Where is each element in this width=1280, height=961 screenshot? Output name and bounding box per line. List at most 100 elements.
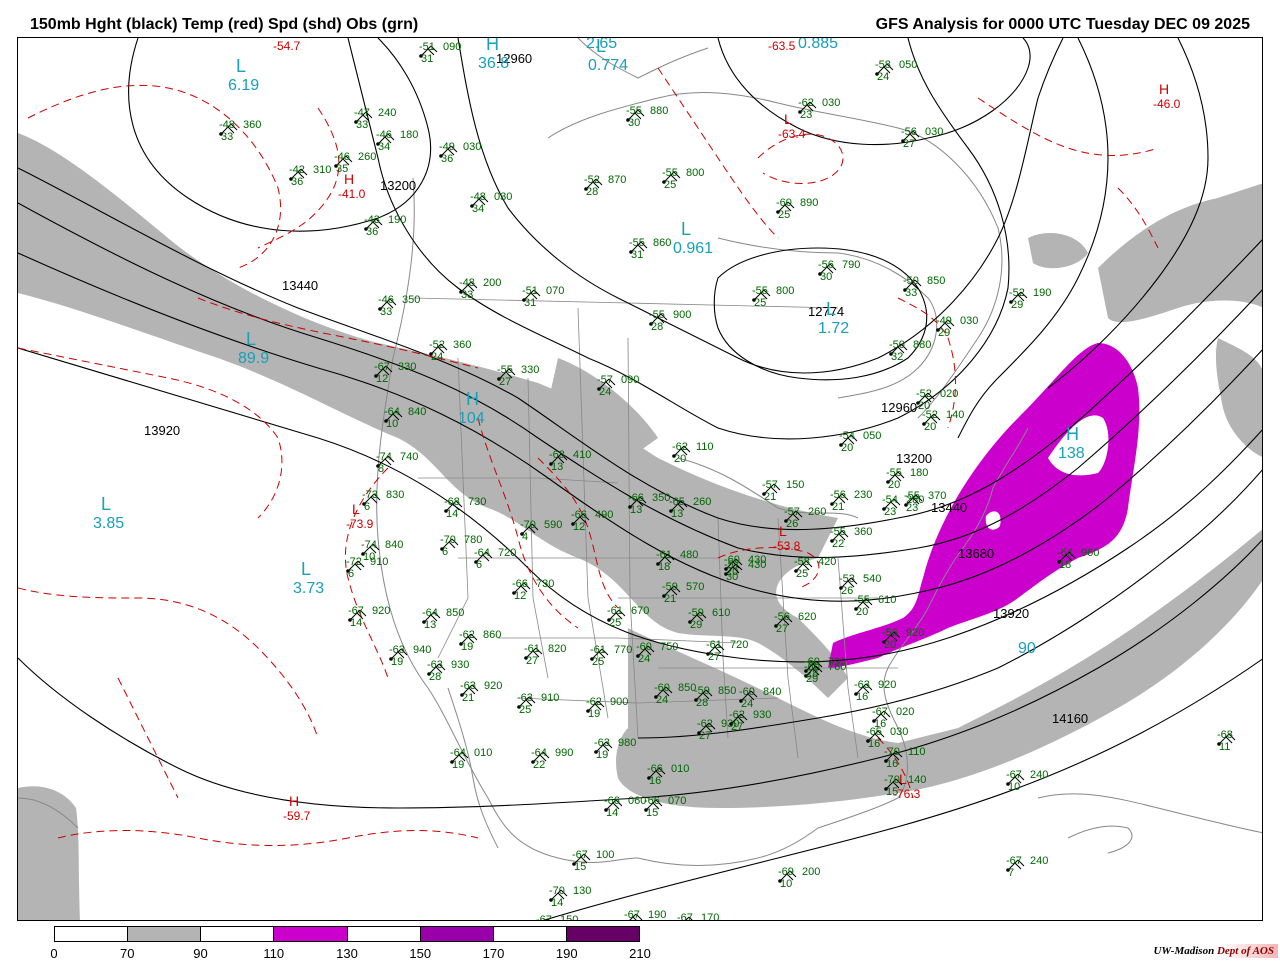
- obs-height: 090: [443, 41, 461, 53]
- height-contour-label: 13200: [896, 451, 932, 466]
- station-plot: -67 240 7: [1006, 855, 1048, 879]
- wind-speed-center-value: 1.72: [818, 320, 849, 337]
- station-plot: -67 920 14: [348, 605, 390, 629]
- obs-height: 180: [400, 129, 418, 141]
- temperature-center-value: -63.4: [778, 127, 806, 141]
- obs-temperature: -49: [439, 141, 455, 153]
- obs-temperature: -64: [531, 747, 547, 759]
- obs-temperature: -60: [776, 197, 792, 209]
- obs-dewpoint-depression: 30: [820, 271, 832, 283]
- obs-dewpoint-depression: 16: [868, 738, 880, 750]
- colorbar-tick-label: 110: [263, 946, 285, 961]
- high-center-marker: H: [1159, 81, 1169, 97]
- obs-temperature: -53: [839, 573, 855, 585]
- wind-speed-shading-110-130: [828, 343, 1140, 668]
- obs-dewpoint-depression: 6: [442, 546, 448, 558]
- high-center-marker: H: [289, 793, 299, 809]
- obs-temperature: -50: [889, 339, 905, 351]
- obs-dewpoint-depression: 19: [391, 656, 403, 668]
- obs-temperature: -58: [794, 556, 810, 568]
- wind-speed-colorbar: [54, 926, 640, 942]
- obs-dewpoint-depression: 21: [664, 593, 676, 605]
- station-plot: -6717012: [677, 912, 719, 920]
- obs-dewpoint-depression: 13: [551, 461, 563, 473]
- station-plot: -57 090 24: [597, 374, 639, 398]
- obs-temperature: -67: [872, 706, 888, 718]
- station-plot: -52 14020: [922, 409, 964, 433]
- wind-speed-center-value: 0.961: [673, 240, 713, 257]
- colorbar-segment: [347, 927, 421, 941]
- station-plot: -74 740 8: [376, 451, 418, 475]
- obs-height: 770: [614, 644, 632, 656]
- high-center-marker: H: [1066, 424, 1079, 444]
- obs-temperature: -55: [662, 167, 678, 179]
- obs-temperature: -47: [354, 107, 370, 119]
- colorbar-tick-label: 150: [409, 946, 432, 961]
- obs-dewpoint-depression: 14: [350, 617, 362, 629]
- obs-height: 910: [541, 692, 559, 704]
- obs-dewpoint-depression: 24: [656, 694, 668, 706]
- obs-temperature: -60: [739, 686, 755, 698]
- obs-height: 260: [358, 151, 376, 163]
- obs-height: 780: [464, 534, 482, 546]
- station-plot: -6715013: [536, 914, 578, 920]
- colorbar-tick-label: 90: [193, 946, 208, 961]
- obs-height: 190: [1033, 287, 1051, 299]
- obs-dewpoint-depression: 20: [918, 400, 930, 412]
- obs-dewpoint-depression: 25: [778, 209, 790, 221]
- temperature-center-value: -54.7: [273, 39, 301, 53]
- obs-dewpoint-depression: 25: [796, 568, 808, 580]
- obs-height: 360: [854, 526, 872, 538]
- obs-temperature: -56: [774, 611, 790, 623]
- obs-height: 790: [842, 259, 860, 271]
- obs-height: 360: [453, 339, 471, 351]
- obs-dewpoint-depression: 8: [378, 463, 384, 475]
- low-center-marker: L: [246, 329, 256, 349]
- obs-temperature: -67: [374, 361, 390, 373]
- obs-dewpoint-depression: 14: [606, 807, 618, 819]
- temperature-center-value: -41.0: [338, 187, 366, 201]
- obs-height: 590: [544, 519, 562, 531]
- obs-temperature: -57: [784, 506, 800, 518]
- station-plot: -6811: [1217, 729, 1236, 753]
- obs-dewpoint-depression: 33: [221, 131, 233, 143]
- colorbar-tick-label: 210: [629, 946, 651, 961]
- obs-temperature: -62: [459, 629, 475, 641]
- obs-temperature: -72: [346, 556, 362, 568]
- station-plot: -55 180 20: [886, 467, 928, 491]
- obs-height: 850: [718, 685, 736, 697]
- height-contour-label: 13200: [380, 178, 416, 193]
- station-plot: -63 920 21: [460, 680, 502, 704]
- obs-temperature: -61: [656, 549, 672, 561]
- obs-height: 830: [386, 489, 404, 501]
- obs-temperature: -64: [422, 607, 438, 619]
- station-plot: -51 090 31: [419, 41, 461, 65]
- obs-height: 990: [555, 747, 573, 759]
- obs-temperature: -66: [512, 578, 528, 590]
- obs-dewpoint-depression: 11: [1219, 741, 1230, 753]
- obs-temperature: -55: [886, 467, 902, 479]
- obs-temperature: -63: [594, 737, 610, 749]
- temperature-center-value: -59.7: [283, 809, 311, 823]
- obs-height: 140: [908, 774, 926, 786]
- obs-height: 480: [680, 549, 698, 561]
- station-plot: -47 240 33: [354, 107, 396, 131]
- obs-height: 070: [546, 285, 564, 297]
- obs-temperature: -67: [1006, 855, 1022, 867]
- station-plot: -43 190 36: [364, 214, 406, 238]
- obs-dewpoint-depression: 25: [754, 297, 766, 309]
- obs-temperature: -63: [460, 680, 476, 692]
- station-plot: -62 110 20: [672, 441, 714, 465]
- obs-temperature: -61: [706, 639, 722, 651]
- obs-height: 620: [798, 611, 816, 623]
- obs-height: 130: [573, 885, 591, 897]
- station-plot: -55 900 28: [649, 309, 691, 333]
- station-plot: -51 070 31: [522, 285, 564, 309]
- obs-height: 720: [730, 639, 748, 651]
- station-plot: -52 360 24: [429, 339, 471, 363]
- obs-dewpoint-depression: 27: [708, 651, 720, 663]
- station-plot: -64 990 22: [531, 747, 573, 771]
- obs-height: 030: [494, 191, 512, 203]
- station-plot: -61 670 25: [607, 605, 649, 629]
- obs-dewpoint-depression: 22: [832, 538, 844, 550]
